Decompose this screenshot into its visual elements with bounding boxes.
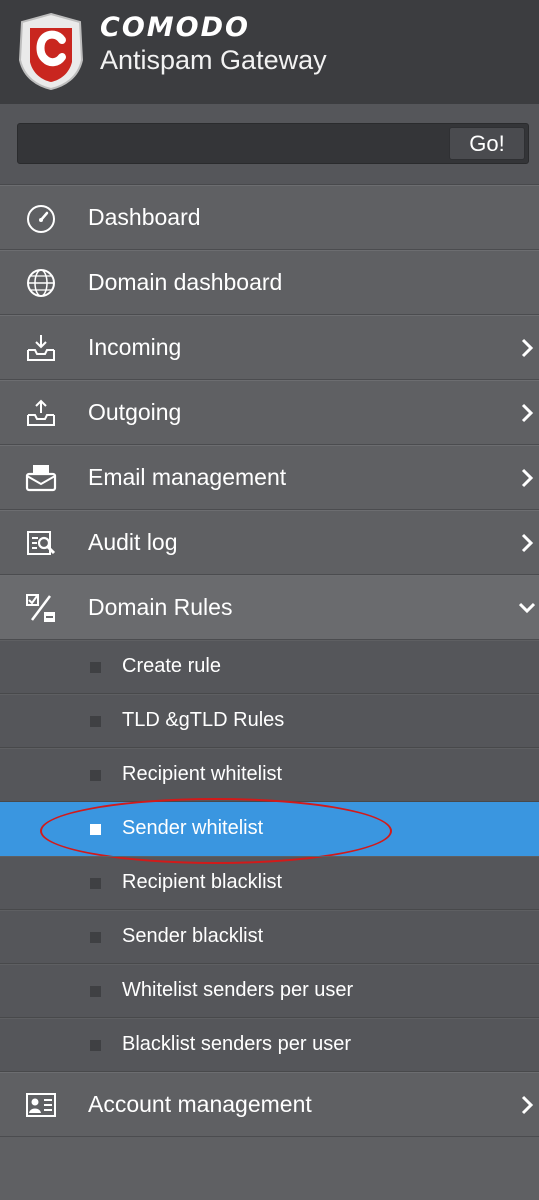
submenu-label: TLD &gTLD Rules <box>122 709 285 731</box>
bullet-icon <box>90 824 101 835</box>
submenu-item-sender-whitelist[interactable]: Sender whitelist <box>0 798 539 864</box>
menu-item-dashboard[interactable]: Dashboard <box>0 185 539 250</box>
submenu-item-recipient-whitelist[interactable]: Recipient whitelist <box>0 748 539 802</box>
chevron-right-icon <box>521 533 534 553</box>
brand-name: COMODO <box>100 12 250 43</box>
submenu-label: Whitelist senders per user <box>122 979 354 1001</box>
domain-rules-submenu: Create rule TLD &gTLD Rules Recipient wh… <box>0 640 539 1072</box>
chevron-right-icon <box>521 468 534 488</box>
menu-item-incoming[interactable]: Incoming <box>0 315 539 380</box>
search-row: Go! <box>0 104 539 185</box>
submenu-label: Recipient blacklist <box>122 871 283 893</box>
bullet-icon <box>90 770 101 781</box>
chevron-down-icon <box>519 602 535 614</box>
header: COMODO Antispam Gateway <box>0 0 539 104</box>
comodo-logo[interactable] <box>16 12 86 90</box>
menu-label: Dashboard <box>88 204 201 230</box>
search-input[interactable] <box>24 128 428 160</box>
menu-item-domain-dashboard[interactable]: Domain dashboard <box>0 250 539 315</box>
menu-label: Outgoing <box>88 399 182 425</box>
submenu-item-sender-blacklist[interactable]: Sender blacklist <box>0 910 539 964</box>
menu-item-outgoing[interactable]: Outgoing <box>0 380 539 445</box>
submenu-label: Sender whitelist <box>122 817 264 839</box>
menu-item-account-management[interactable]: Account management <box>0 1072 539 1137</box>
menu-label: Audit log <box>88 529 178 555</box>
menu-label: Email management <box>88 464 287 490</box>
submenu-label: Recipient whitelist <box>122 763 283 785</box>
submenu-item-whitelist-senders-per-user[interactable]: Whitelist senders per user <box>0 964 539 1018</box>
bullet-icon <box>90 716 101 727</box>
submenu-label: Sender blacklist <box>122 925 264 947</box>
bullet-icon <box>90 878 101 889</box>
sidebar: COMODO Antispam Gateway Go! Dashboard Do… <box>0 0 539 1200</box>
brand-subtitle: Antispam Gateway <box>100 45 327 75</box>
menu-item-domain-rules[interactable]: Domain Rules <box>0 575 539 640</box>
go-button[interactable]: Go! <box>449 127 525 160</box>
account-card-icon <box>26 1093 56 1117</box>
bullet-icon <box>90 932 101 943</box>
chevron-right-icon <box>521 1095 534 1115</box>
chevron-right-icon <box>521 403 534 423</box>
search-box: Go! <box>17 123 529 164</box>
globe-icon <box>27 269 55 297</box>
outbox-upload-icon <box>27 399 55 426</box>
submenu-label: Blacklist senders per user <box>122 1033 351 1055</box>
rules-icon <box>26 594 55 622</box>
submenu-item-recipient-blacklist[interactable]: Recipient blacklist <box>0 856 539 910</box>
menu-item-email-management[interactable]: Email management <box>0 445 539 510</box>
menu-label: Domain dashboard <box>88 269 283 295</box>
menu-label: Domain Rules <box>88 594 233 620</box>
bullet-icon <box>90 1040 101 1051</box>
menu-label: Account management <box>88 1091 312 1117</box>
chevron-right-icon <box>521 338 534 358</box>
bullet-icon <box>90 662 101 673</box>
submenu-label: Create rule <box>122 655 221 677</box>
gauge-icon <box>27 205 55 233</box>
brand: COMODO Antispam Gateway <box>100 14 327 74</box>
menu-item-audit-log[interactable]: Audit log <box>0 510 539 575</box>
log-search-icon <box>27 531 56 555</box>
submenu-item-blacklist-senders-per-user[interactable]: Blacklist senders per user <box>0 1018 539 1072</box>
submenu-item-create-rule[interactable]: Create rule <box>0 640 539 694</box>
inbox-download-icon <box>27 335 55 361</box>
menu-label: Incoming <box>88 334 182 360</box>
envelope-tray-icon <box>25 465 57 492</box>
bullet-icon <box>90 986 101 997</box>
main-menu: Dashboard Domain dashboard Incoming Outg… <box>0 185 539 1137</box>
submenu-item-tld-gtld-rules[interactable]: TLD &gTLD Rules <box>0 694 539 748</box>
